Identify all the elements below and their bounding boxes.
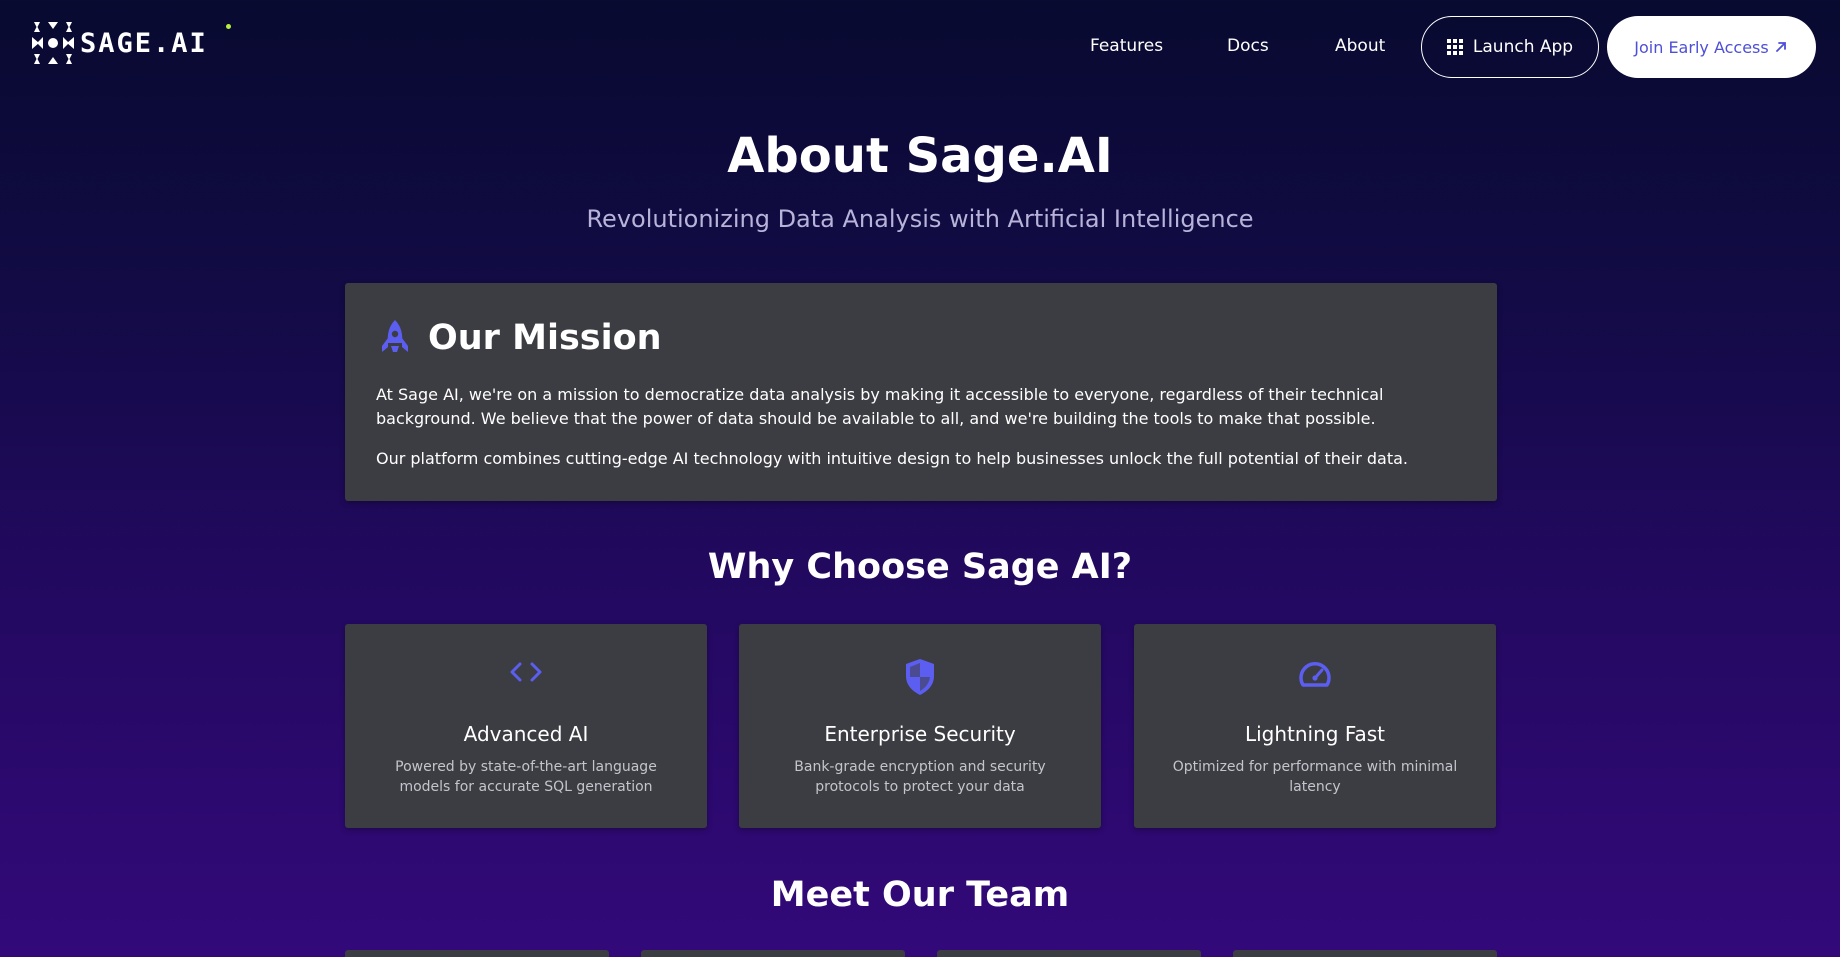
logo-accent-dot [226, 24, 231, 29]
launch-app-button[interactable]: Launch App [1421, 16, 1599, 78]
mission-header: Our Mission [380, 318, 662, 358]
feature-card-lightning-fast: Lightning Fast Optimized for performance… [1134, 624, 1496, 828]
logo-mark-icon [32, 22, 74, 64]
mission-title: Our Mission [428, 318, 662, 358]
team-card [1233, 950, 1497, 957]
mission-paragraph: At Sage AI, we're on a mission to democr… [376, 385, 1384, 428]
why-choose-title: Why Choose Sage AI? [707, 547, 1133, 587]
feature-title: Lightning Fast [1244, 722, 1386, 746]
nav-link-about[interactable]: About [1335, 36, 1385, 56]
launch-app-label: Launch App [1472, 37, 1574, 57]
arrow-up-right-icon [1775, 42, 1786, 52]
join-early-access-button[interactable]: Join Early Access [1607, 16, 1816, 78]
logo[interactable]: SAGE.AI [32, 20, 231, 66]
grid-icon [1446, 39, 1463, 55]
feature-card-enterprise-security: Enterprise Security Bank-grade encryptio… [739, 624, 1101, 828]
nav-link-docs[interactable]: Docs [1227, 36, 1269, 56]
code-icon [510, 662, 542, 682]
top-nav: SAGE.AI Features Docs About Launch App J… [0, 0, 1840, 94]
feature-card-advanced-ai: Advanced AI Powered by state-of-the-art … [345, 624, 707, 828]
mission-paragraph: Our platform combines cutting-edge AI te… [376, 449, 1409, 468]
team-card [345, 950, 609, 957]
feature-title: Enterprise Security [824, 722, 1016, 746]
speedometer-icon [1299, 662, 1331, 687]
shield-icon [906, 659, 934, 695]
join-early-access-label: Join Early Access [1634, 37, 1769, 57]
mission-card: Our Mission At Sage AI, we're on a missi… [345, 283, 1497, 501]
feature-description: Optimized for performance with minimal l… [1172, 759, 1458, 795]
team-card [641, 950, 905, 957]
rocket-icon [382, 320, 408, 352]
page-title: About Sage.AI [727, 128, 1113, 184]
logo-text: SAGE.AI [80, 27, 208, 59]
nav-link-features[interactable]: Features [1090, 36, 1163, 56]
feature-description: Powered by state-of-the-art language mod… [395, 759, 657, 795]
feature-title: Advanced AI [463, 722, 589, 746]
team-card [937, 950, 1201, 957]
feature-description: Bank-grade encryption and security proto… [794, 759, 1046, 795]
page-subtitle: Revolutionizing Data Analysis with Artif… [586, 205, 1254, 233]
team-title: Meet Our Team [770, 875, 1070, 915]
